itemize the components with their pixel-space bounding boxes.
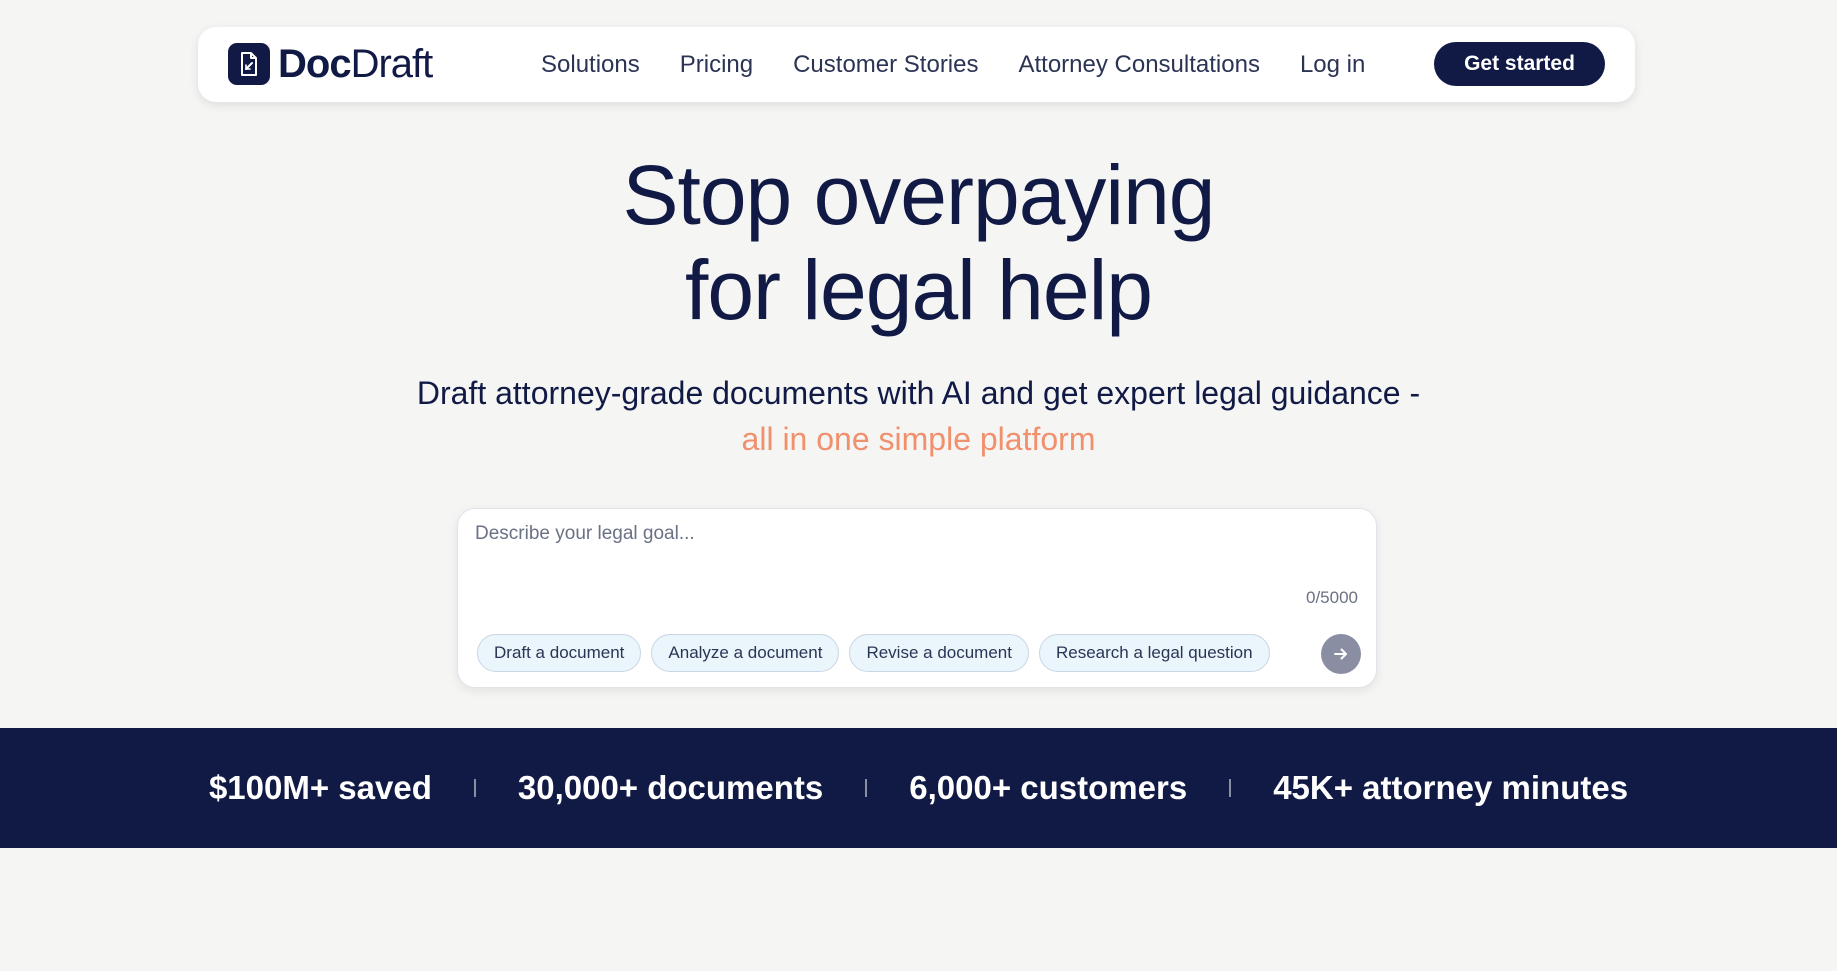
- brand-name-bold: Doc: [278, 42, 352, 86]
- stat-money-saved: $100M+ saved: [208, 769, 432, 806]
- stat-divider: [473, 779, 476, 797]
- hero-subtitle-main: Draft attorney-grade documents with AI a…: [416, 375, 1421, 411]
- stat-customers: 6,000+ customers: [909, 769, 1188, 806]
- stat-documents: 30,000+ documents: [517, 769, 824, 806]
- arrow-right-icon: [1334, 648, 1347, 660]
- chip-revise-a-document[interactable]: Revise a document: [849, 634, 1029, 672]
- suggestion-chips: Draft a document Analyze a document Revi…: [477, 634, 1280, 672]
- stat-divider: [865, 779, 868, 797]
- brand-logo[interactable]: DocDraft: [228, 42, 434, 86]
- hero-title-line-2: for legal help: [685, 243, 1153, 337]
- chip-analyze-a-document[interactable]: Analyze a document: [651, 634, 840, 672]
- nav-links: Solutions Pricing Customer Stories Attor…: [541, 27, 1405, 102]
- chip-draft-a-document[interactable]: Draft a document: [477, 634, 642, 672]
- top-navbar: DocDraft Solutions Pricing Customer Stor…: [198, 27, 1635, 102]
- hero-title-line-1: Stop overpaying: [622, 148, 1215, 242]
- legal-goal-prompt-box: 0/5000 Draft a document Analyze a docume…: [457, 508, 1377, 688]
- stat-attorney-minutes: 45K+ attorney minutes: [1273, 769, 1629, 806]
- nav-link-attorney-consultations[interactable]: Attorney Consultations: [1018, 51, 1259, 79]
- stats-band: $100M+ saved 30,000+ documents 6,000+ cu…: [0, 728, 1837, 848]
- document-pen-icon: [228, 43, 270, 85]
- nav-link-pricing[interactable]: Pricing: [680, 51, 753, 79]
- brand-name: DocDraft: [278, 42, 434, 86]
- hero-subtitle: Draft attorney-grade documents with AI a…: [0, 370, 1837, 462]
- nav-link-log-in[interactable]: Log in: [1300, 51, 1365, 79]
- send-button[interactable]: [1321, 634, 1361, 674]
- hero-title: Stop overpaying for legal help: [0, 148, 1837, 338]
- stat-divider: [1229, 779, 1232, 797]
- nav-link-customer-stories[interactable]: Customer Stories: [793, 51, 978, 79]
- character-counter: 0/5000: [1306, 588, 1358, 607]
- brand-name-regular: Draft: [350, 42, 434, 86]
- hero-subtitle-accent: all in one simple platform: [741, 421, 1096, 457]
- nav-link-solutions[interactable]: Solutions: [541, 51, 640, 79]
- get-started-button[interactable]: Get started: [1434, 42, 1605, 86]
- chip-research-a-legal-question[interactable]: Research a legal question: [1038, 634, 1270, 672]
- legal-goal-input[interactable]: [473, 521, 1357, 585]
